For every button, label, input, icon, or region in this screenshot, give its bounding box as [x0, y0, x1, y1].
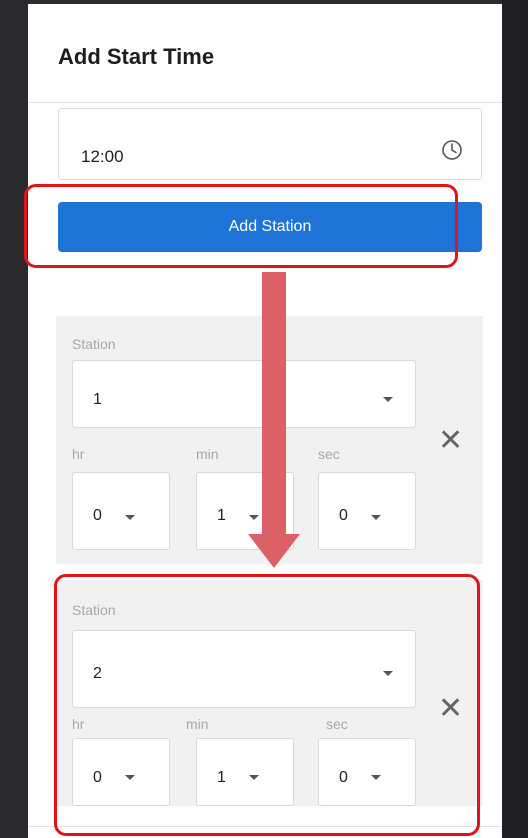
chevron-down-icon	[371, 515, 381, 520]
modal-title: Add Start Time	[58, 44, 215, 69]
hr-select[interactable]: 0	[72, 472, 170, 550]
hr-label: hr	[72, 446, 85, 462]
start-time-input[interactable]: 12:00	[58, 108, 482, 180]
down-arrow-icon	[248, 534, 300, 568]
hr-select-value: 0	[93, 507, 102, 524]
clock-icon[interactable]	[441, 139, 463, 161]
add-station-highlight	[24, 184, 458, 268]
station-select[interactable]: 1	[72, 360, 416, 428]
chevron-down-icon	[125, 515, 135, 520]
station-label: Station	[72, 336, 116, 352]
sec-select[interactable]: 0	[318, 472, 416, 550]
sec-select-value: 0	[339, 507, 348, 524]
start-time-value: 12:00	[81, 147, 124, 166]
modal-header: Add Start Time	[28, 4, 502, 103]
close-icon[interactable]: ✕	[438, 426, 463, 456]
station-select-value: 1	[93, 391, 102, 408]
chevron-down-icon	[249, 515, 259, 520]
new-station-highlight	[54, 574, 480, 836]
background-right	[502, 0, 528, 838]
min-select-value: 1	[217, 507, 226, 524]
background-left	[0, 0, 28, 838]
down-arrow-shaft	[262, 272, 286, 538]
min-label: min	[196, 446, 219, 462]
sec-label: sec	[318, 446, 340, 462]
chevron-down-icon	[383, 397, 393, 402]
